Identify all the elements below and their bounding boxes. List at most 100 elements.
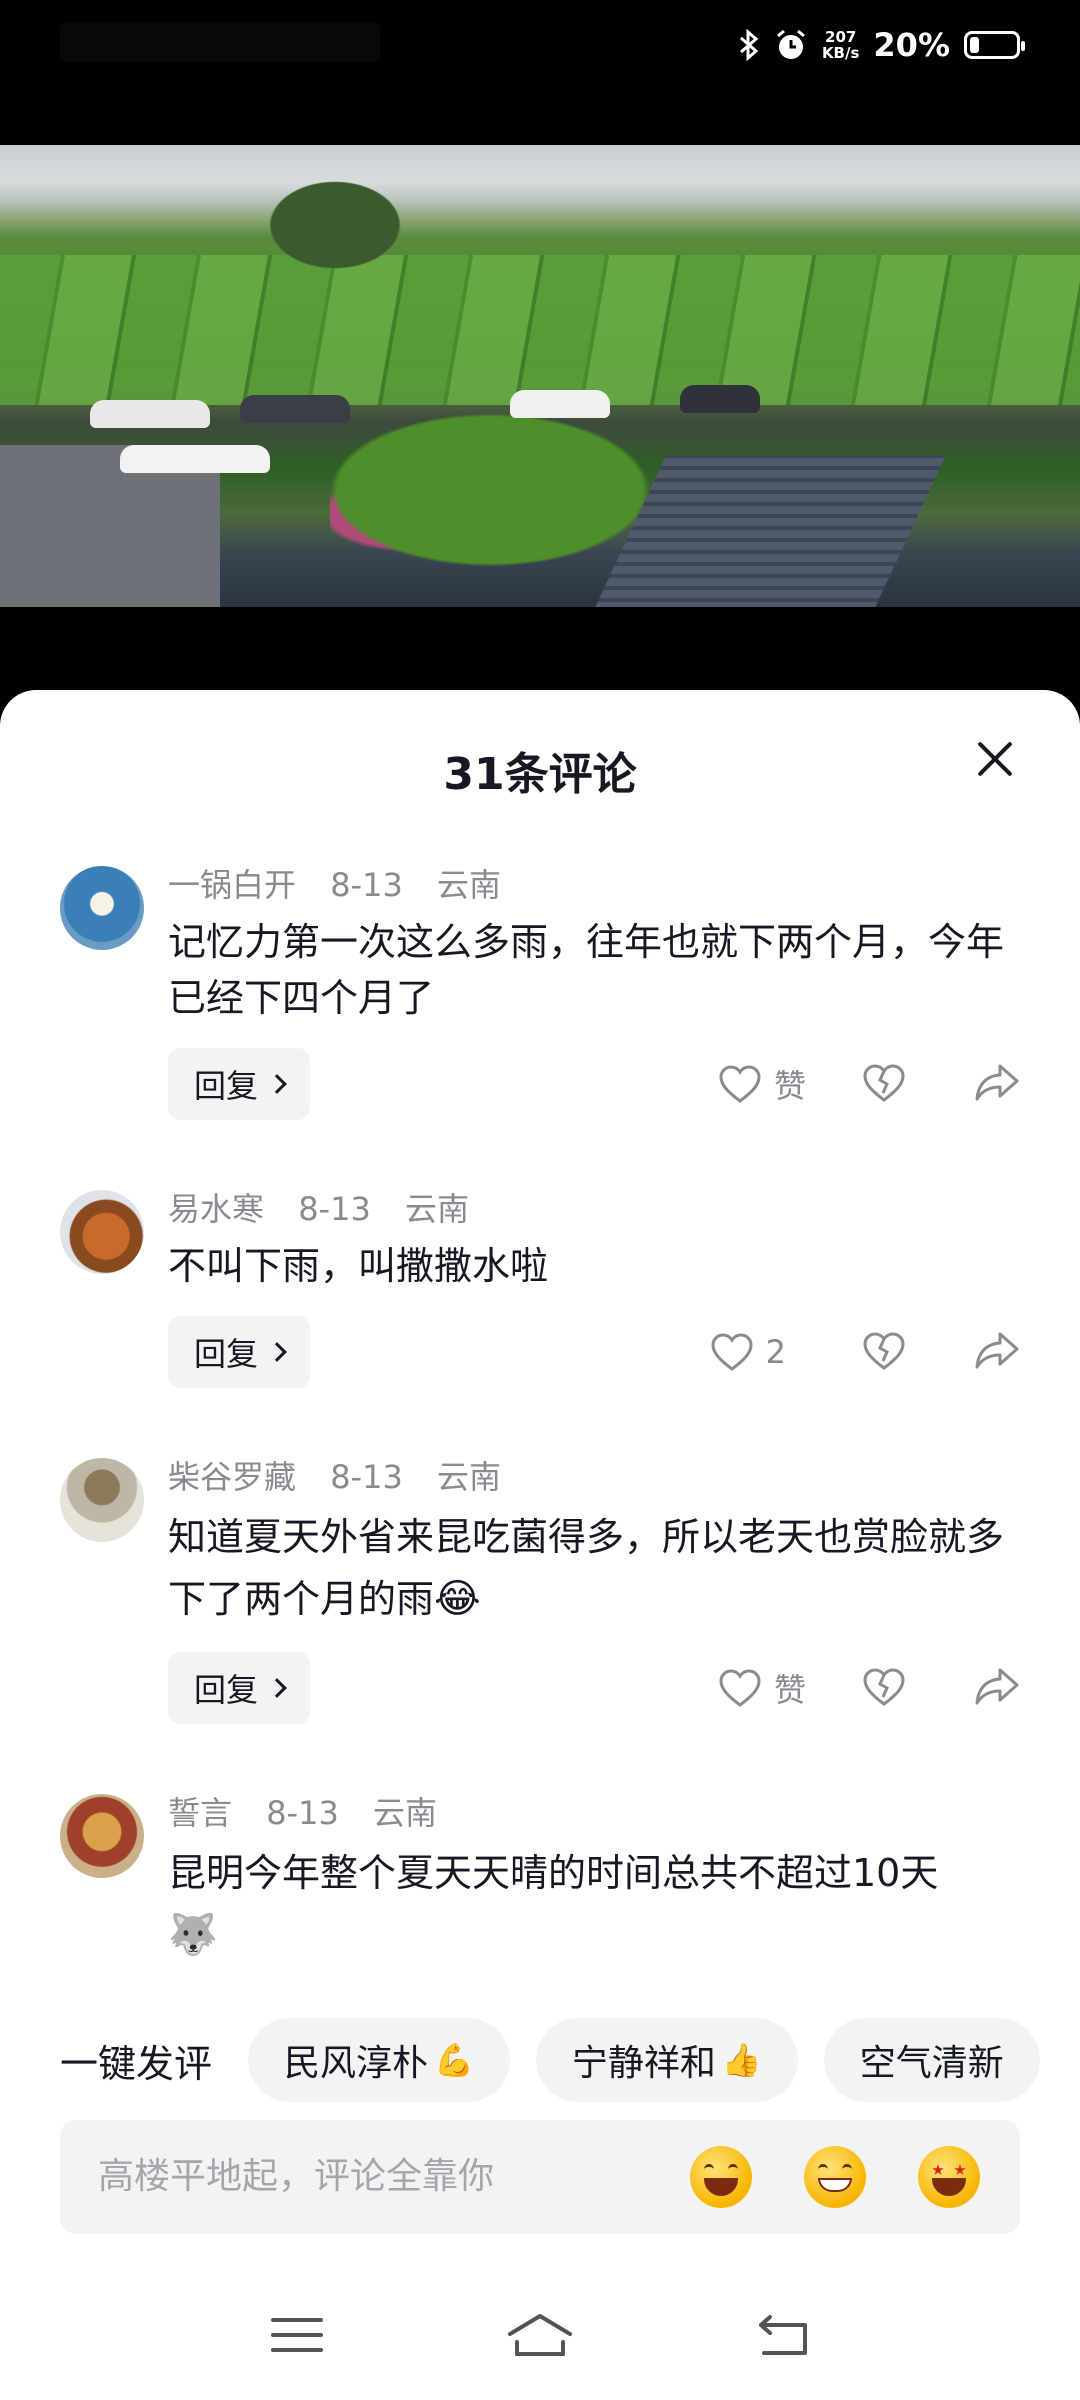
notification-area — [60, 22, 380, 62]
comment-input[interactable]: 高楼平地起，评论全靠你 — [60, 2120, 1020, 2234]
comment-text: 昆明今年整个夏天天晴的时间总共不超过10天 🐺 — [168, 1842, 1020, 1966]
reply-button[interactable]: 回复 — [168, 1048, 311, 1120]
comment-username[interactable]: 柴谷罗藏 — [168, 1458, 296, 1496]
reply-button[interactable]: 回复 — [168, 1652, 311, 1724]
comment-username[interactable]: 誓言 — [168, 1794, 232, 1832]
like-button[interactable]: 赞 — [718, 1048, 806, 1120]
comments-sheet: 31条评论 一锅白开 8-13 云南 记忆力第一次这么多雨，往年也就下两个月，今… — [0, 690, 1080, 2400]
net-speed-unit: KB/s — [821, 44, 860, 62]
star-eyes-face-icon[interactable] — [918, 2146, 980, 2208]
grinning-face-icon[interactable] — [804, 2146, 866, 2208]
avatar[interactable] — [60, 1458, 144, 1542]
comment-username[interactable]: 易水寒 — [168, 1190, 264, 1228]
comment-date: 8-13 — [330, 866, 403, 904]
husky-emoji: 🐺 — [168, 1912, 218, 1958]
comment-actions: 回复 2 — [168, 1316, 1020, 1388]
comment-item: 一锅白开 8-13 云南 记忆力第一次这么多雨，往年也就下两个月，今年已经下四个… — [0, 860, 1080, 1120]
reply-label: 回复 — [194, 1671, 259, 1709]
comment-location: 云南 — [436, 866, 501, 904]
battery-percent: 20% — [873, 26, 950, 64]
quick-comment-bar: 一键发评 民风淳朴 💪 宁静祥和 👍 空气清新 — [0, 2015, 1080, 2105]
laughing-face-icon[interactable] — [690, 2146, 752, 2208]
comment-list[interactable]: 一锅白开 8-13 云南 记忆力第一次这么多雨，往年也就下两个月，今年已经下四个… — [0, 840, 1080, 1987]
chevron-right-icon — [267, 1342, 287, 1362]
comments-title: 31条评论 — [443, 749, 637, 800]
video-trees — [260, 175, 410, 275]
broken-heart-icon[interactable] — [862, 1062, 906, 1104]
comment-text-content: 记忆力第一次这么多雨，往年也就下两个月，今年已经下四个月了 — [168, 920, 1005, 1020]
bluetooth-icon — [738, 29, 760, 61]
video-car — [680, 385, 760, 413]
share-icon[interactable] — [974, 1330, 1020, 1370]
alarm-icon — [774, 28, 808, 62]
comment-date: 8-13 — [330, 1458, 403, 1496]
broken-heart-icon[interactable] — [862, 1666, 906, 1708]
comment-text-content: 不叫下雨，叫撒撒水啦 — [168, 1244, 549, 1288]
share-icon[interactable] — [974, 1666, 1020, 1706]
like-count: 2 — [765, 1333, 786, 1371]
heart-icon — [711, 1333, 753, 1371]
heart-icon — [719, 1065, 761, 1103]
comment-meta: 誓言 8-13 云南 — [168, 1788, 1020, 1838]
comment-username[interactable]: 一锅白开 — [168, 866, 296, 904]
quick-comment-chip[interactable]: 宁静祥和 👍 — [535, 2018, 798, 2102]
like-button[interactable]: 2 — [710, 1316, 786, 1388]
like-count: 赞 — [773, 1671, 806, 1709]
net-speed-value: 207 — [825, 28, 857, 46]
network-speed: 207 KB/s — [822, 29, 859, 61]
home-icon[interactable] — [505, 2312, 575, 2358]
reply-button[interactable]: 回复 — [168, 1316, 311, 1388]
back-icon[interactable] — [756, 2313, 810, 2357]
comment-text-content: 昆明今年整个夏天天晴的时间总共不超过10天 — [168, 1851, 939, 1895]
heart-icon — [719, 1669, 761, 1707]
like-button[interactable]: 赞 — [718, 1652, 806, 1724]
reply-label: 回复 — [194, 1067, 259, 1105]
close-icon[interactable] — [970, 734, 1020, 784]
system-nav-bar — [0, 2270, 1080, 2400]
chevron-right-icon — [267, 1678, 287, 1698]
quick-comment-label: 一键发评 — [60, 2041, 213, 2086]
like-count: 赞 — [773, 1067, 806, 1105]
battery-fill — [970, 37, 979, 53]
comment-item: 柴谷罗藏 8-13 云南 知道夏天外省来昆吃菌得多，所以老天也赏脸就多下了两个月… — [0, 1452, 1080, 1724]
video-car — [90, 400, 210, 428]
comment-location: 云南 — [436, 1458, 501, 1496]
video-car — [510, 390, 610, 418]
quick-comment-chip[interactable]: 民风淳朴 💪 — [248, 2018, 510, 2102]
menu-icon[interactable] — [270, 2315, 324, 2355]
comment-meta: 易水寒 8-13 云南 — [168, 1184, 1020, 1234]
comment-input-placeholder: 高楼平地起，评论全靠你 — [98, 2156, 495, 2197]
status-bar: 207 KB/s 20% — [0, 0, 1080, 90]
comment-actions: 回复 赞 — [168, 1652, 1020, 1724]
video-car — [240, 395, 350, 423]
thumbs-up-emoji: 👍 — [721, 2041, 762, 2079]
avatar[interactable] — [60, 1794, 144, 1878]
video-player[interactable] — [0, 145, 1080, 607]
comment-item: 誓言 8-13 云南 昆明今年整个夏天天晴的时间总共不超过10天🐺 回复 赞 — [0, 1788, 1080, 1987]
comment-meta: 一锅白开 8-13 云南 — [168, 860, 1020, 910]
quick-comment-chip[interactable]: 空气清新 — [823, 2018, 1040, 2102]
comment-actions: 回复 赞 — [168, 1048, 1020, 1120]
chip-text: 民风淳朴 — [284, 2043, 429, 2084]
share-icon[interactable] — [974, 1062, 1020, 1102]
reply-label: 回复 — [194, 1335, 259, 1373]
comment-text: 记忆力第一次这么多雨，往年也就下两个月，今年已经下四个月了 — [168, 914, 1020, 1026]
flexed-biceps-emoji: 💪 — [434, 2041, 474, 2079]
comment-date: 8-13 — [298, 1190, 371, 1228]
chip-text: 宁静祥和 — [571, 2043, 716, 2084]
video-car — [120, 445, 270, 473]
avatar[interactable] — [60, 866, 144, 950]
comment-meta: 柴谷罗藏 8-13 云南 — [168, 1452, 1020, 1502]
comment-location: 云南 — [372, 1794, 437, 1832]
tears-of-joy-emoji: 😂 — [434, 1576, 481, 1622]
comment-text: 不叫下雨，叫撒撒水啦 — [168, 1238, 1020, 1294]
battery-icon — [964, 31, 1025, 59]
comment-text: 知道夏天外省来昆吃菌得多，所以老天也赏脸就多下了两个月的雨😂 — [168, 1506, 1020, 1630]
comment-date: 8-13 — [266, 1794, 339, 1832]
avatar[interactable] — [60, 1190, 144, 1274]
broken-heart-icon[interactable] — [862, 1330, 906, 1372]
chevron-right-icon — [267, 1074, 287, 1094]
chip-text: 空气清新 — [859, 2043, 1004, 2084]
comment-location: 云南 — [404, 1190, 469, 1228]
comment-item: 易水寒 8-13 云南 不叫下雨，叫撒撒水啦 回复 2 — [0, 1184, 1080, 1388]
